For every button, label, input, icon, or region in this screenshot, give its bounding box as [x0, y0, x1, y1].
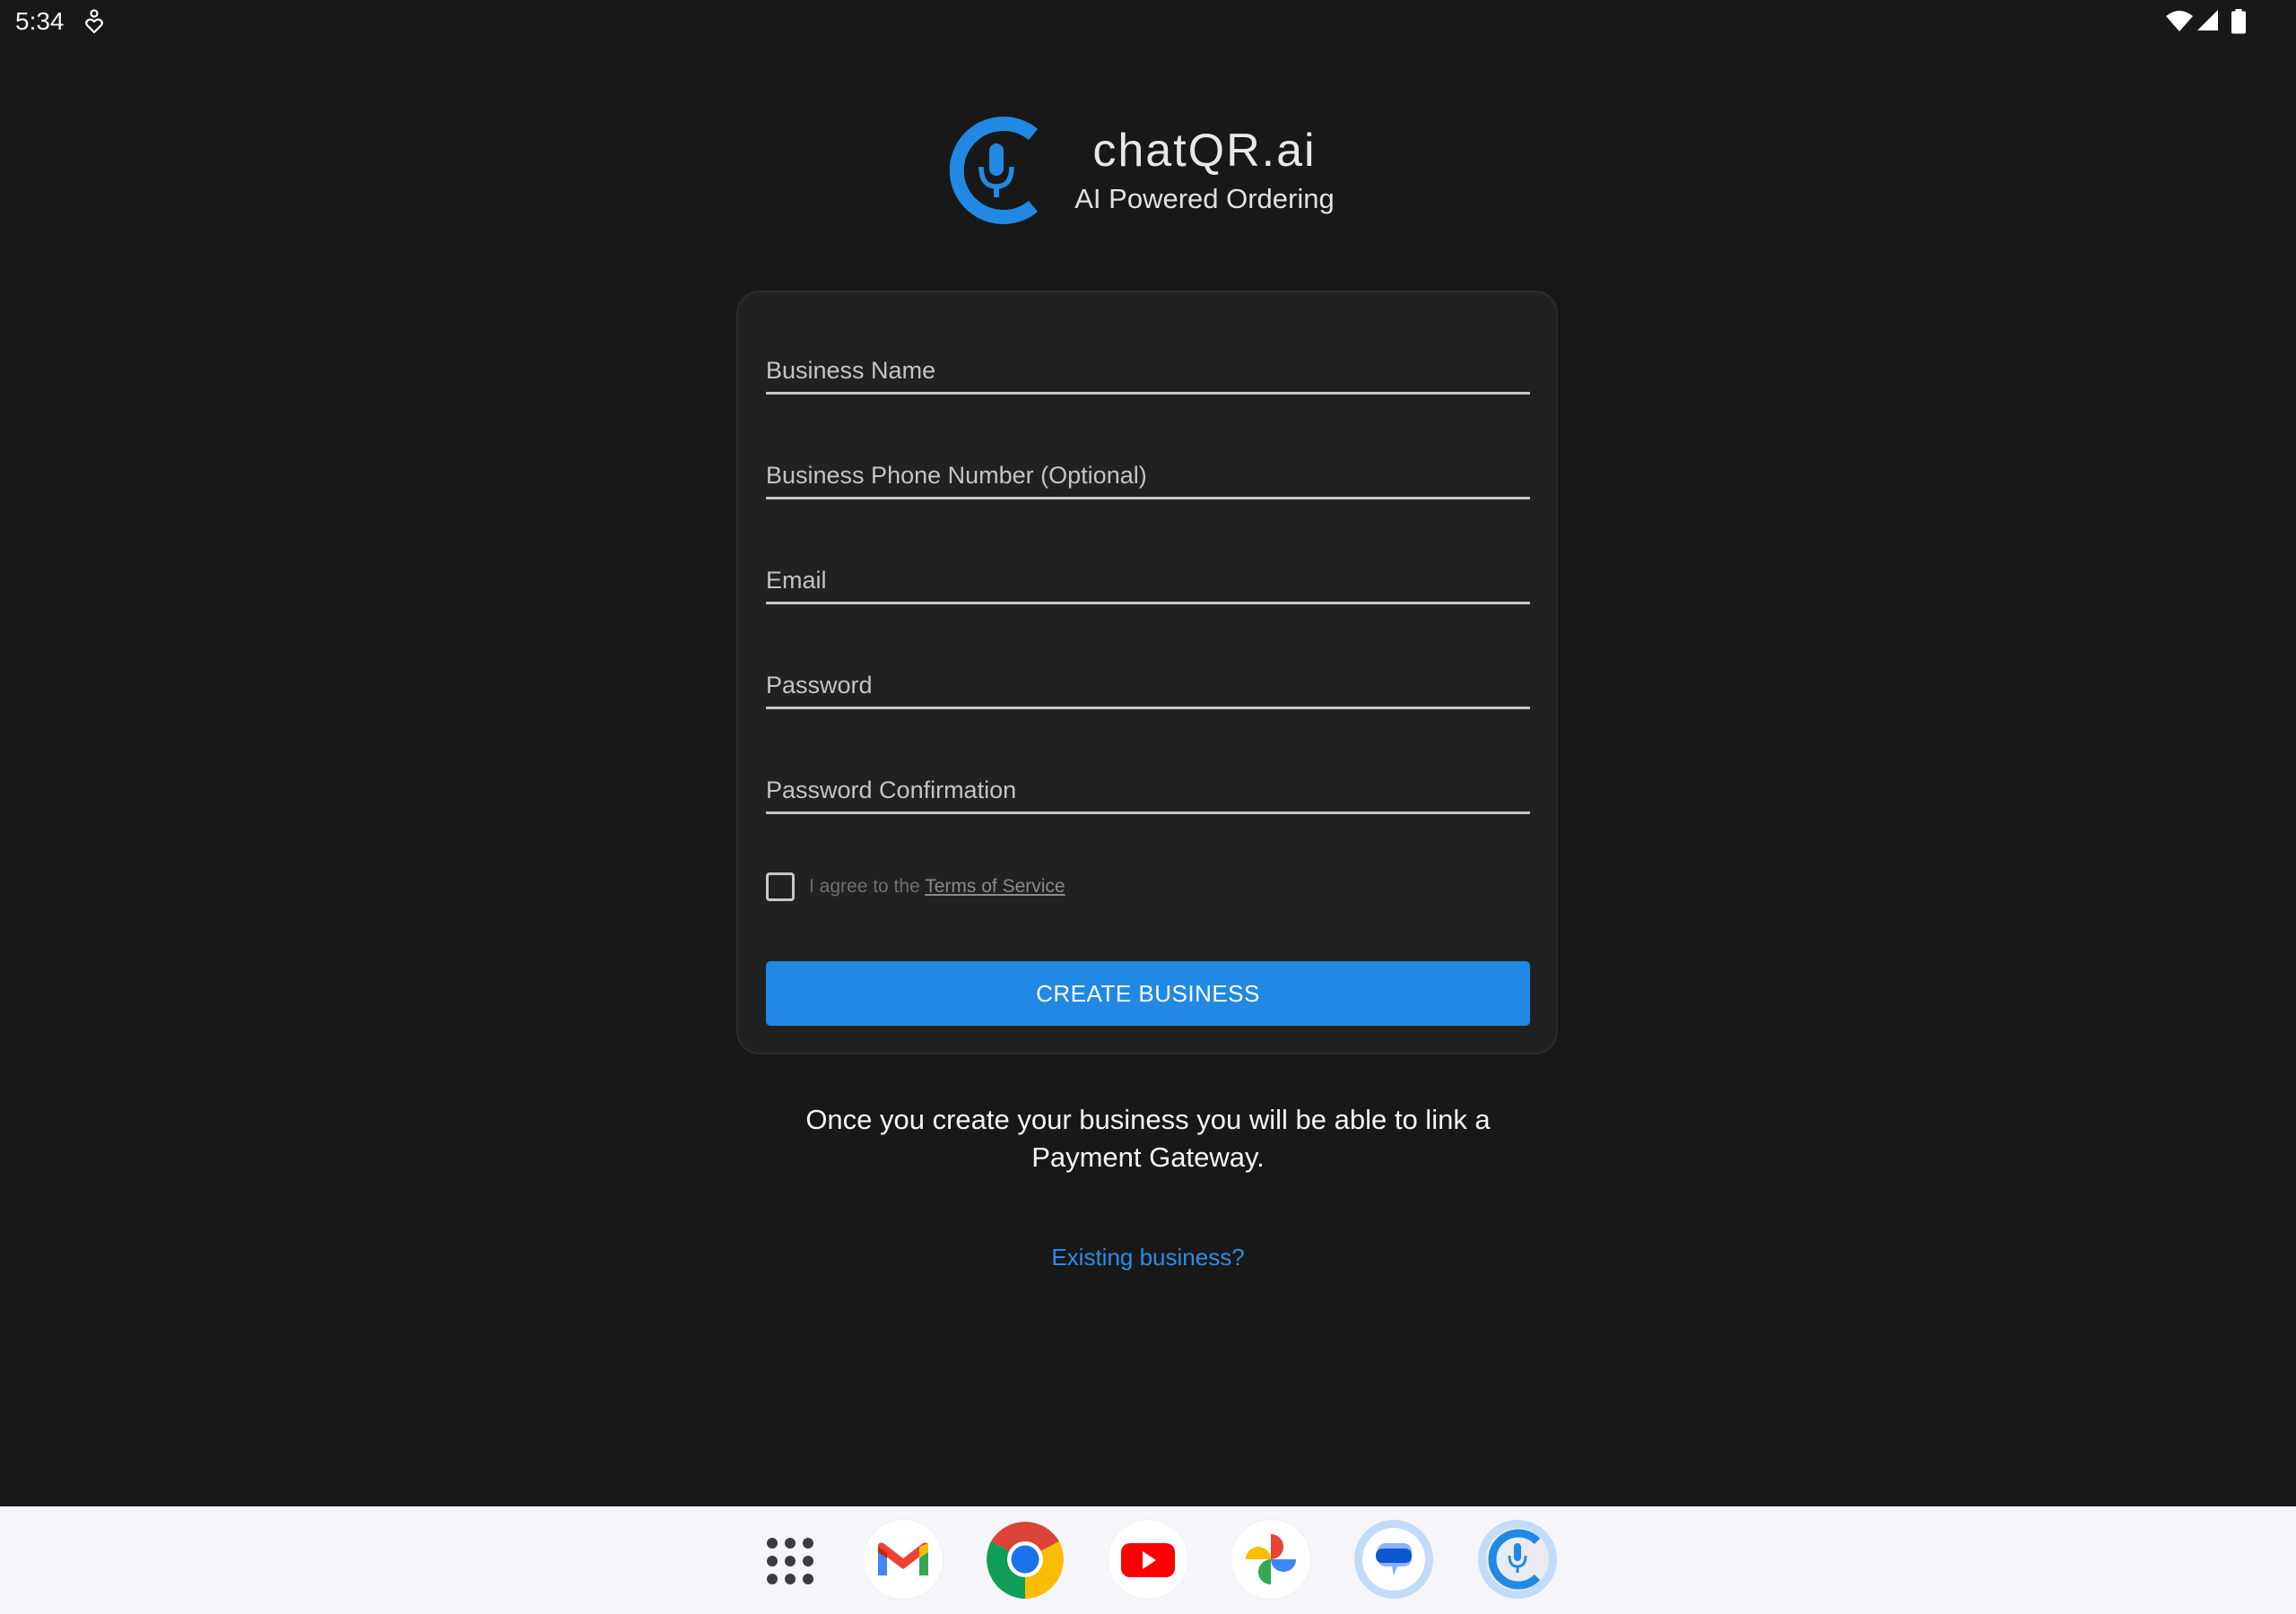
create-business-button[interactable]: CREATE BUSINESS	[766, 961, 1530, 1026]
business-name-field[interactable]: Business Name	[766, 341, 1530, 395]
status-time: 5:34	[15, 7, 65, 35]
payment-gateway-info: Once you create your business you will b…	[805, 1104, 1491, 1173]
youtube-app-icon[interactable]	[1109, 1520, 1187, 1599]
password-field[interactable]: Password	[766, 655, 1530, 709]
youtube-icon	[1121, 1543, 1175, 1577]
password-confirmation-input[interactable]	[766, 760, 1530, 814]
app-title: chatQR.ai	[1092, 125, 1317, 177]
photos-icon	[1246, 1534, 1296, 1584]
password-input[interactable]	[766, 655, 1530, 709]
terms-text: I agree to the Terms of Service	[809, 873, 1065, 900]
chatqr-app-icon[interactable]	[1478, 1520, 1557, 1599]
business-name-input[interactable]	[766, 341, 1530, 395]
field-underline	[766, 602, 1530, 604]
chatqr-logo-icon	[949, 117, 1039, 224]
password-confirmation-field[interactable]: Password Confirmation	[766, 760, 1530, 814]
business-phone-field[interactable]: Business Phone Number (Optional)	[766, 446, 1530, 499]
existing-business-link[interactable]: Existing business?	[969, 1241, 1327, 1273]
gmail-app-icon[interactable]	[864, 1520, 943, 1599]
gmail-icon	[878, 1542, 928, 1575]
business-phone-input[interactable]	[766, 446, 1530, 499]
email-input[interactable]	[766, 551, 1530, 604]
field-underline	[766, 497, 1530, 499]
app-subtitle: AI Powered Ordering	[1074, 183, 1335, 214]
photos-app-icon[interactable]	[1231, 1520, 1310, 1599]
terms-prefix: I agree to the	[809, 876, 926, 897]
email-field[interactable]: Email	[766, 551, 1530, 604]
chatqr-icon	[1486, 1528, 1549, 1591]
accessibility-icon	[85, 9, 103, 34]
chrome-icon	[987, 1522, 1064, 1599]
app-drawer-icon[interactable]	[764, 1535, 816, 1587]
cell-signal-icon	[2197, 10, 2218, 30]
field-underline	[766, 392, 1530, 395]
wifi-icon	[2166, 11, 2193, 31]
terms-checkbox[interactable]	[766, 872, 795, 901]
field-underline	[766, 707, 1530, 709]
terms-of-service-link[interactable]: Terms of Service	[925, 876, 1065, 897]
battery-icon	[2231, 9, 2246, 34]
chrome-app-icon[interactable]	[986, 1520, 1065, 1599]
messages-icon	[1362, 1528, 1425, 1591]
messages-app-icon[interactable]	[1354, 1520, 1433, 1599]
field-underline	[766, 811, 1530, 814]
